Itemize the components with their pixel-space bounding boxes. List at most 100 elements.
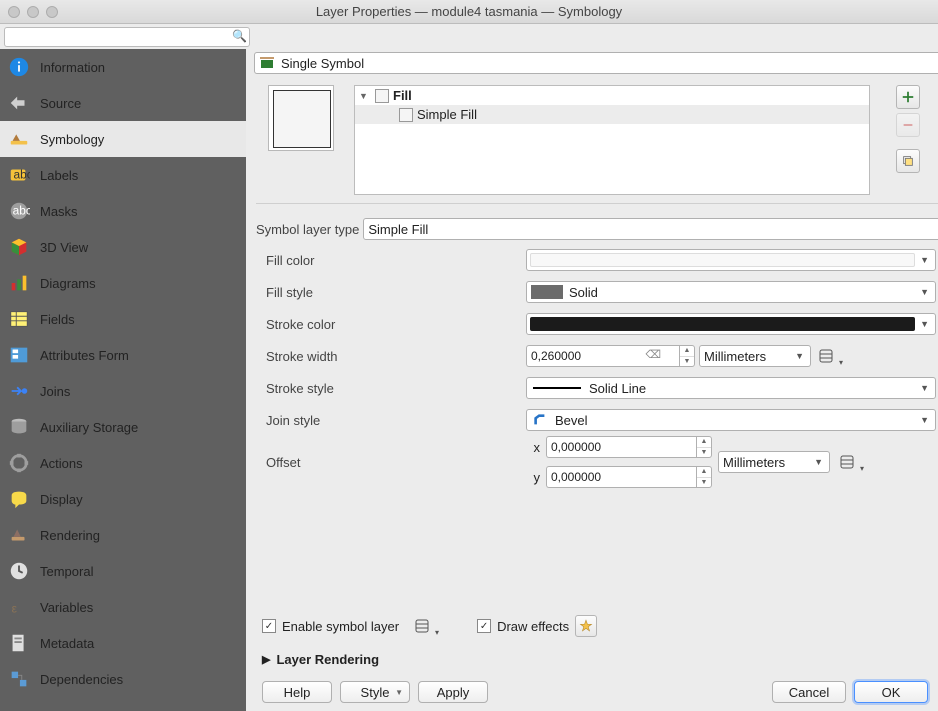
sidebar-item-dependencies[interactable]: Dependencies <box>0 661 246 697</box>
fill-swatch-icon <box>375 89 389 103</box>
bevel-icon <box>533 413 547 427</box>
symbol-layer-type-value: Simple Fill <box>368 222 428 237</box>
chevron-down-icon: ▼ <box>920 383 929 393</box>
svg-text:abc: abc <box>14 168 31 182</box>
chevron-down-icon: ▼ <box>920 255 929 265</box>
sidebar-item-label: 3D View <box>40 240 88 255</box>
offset-y-input[interactable] <box>546 466 696 488</box>
sidebar-item-label: Diagrams <box>40 276 96 291</box>
sidebar-item-label: Joins <box>40 384 70 399</box>
tree-label: Simple Fill <box>417 107 477 122</box>
chevron-down-icon: ▼ <box>814 457 823 467</box>
draw-effects-label: Draw effects <box>497 619 569 634</box>
stroke-style-combo[interactable]: Solid Line ▼ <box>526 377 936 399</box>
apply-button[interactable]: Apply <box>418 681 488 703</box>
chevron-down-icon: ▼ <box>920 319 929 329</box>
offset-x-stepper[interactable]: ▲▼ <box>696 436 712 458</box>
sidebar-item-label: Auxiliary Storage <box>40 420 138 435</box>
sidebar-item-source[interactable]: Source <box>0 85 246 121</box>
stroke-width-label: Stroke width <box>266 349 526 364</box>
join-style-label: Join style <box>266 413 526 428</box>
sidebar-item-label: Variables <box>40 600 93 615</box>
chevron-down-icon: ▼ <box>920 415 929 425</box>
sidebar-item-display[interactable]: Display <box>0 481 246 517</box>
style-button[interactable]: Style▼ <box>340 681 410 703</box>
sidebar-item-masks[interactable]: abc Masks <box>0 193 246 229</box>
clear-icon[interactable]: ⌫ <box>645 348 661 361</box>
search-icon: 🔍 <box>232 29 247 43</box>
search-input[interactable] <box>4 27 250 47</box>
expand-icon[interactable]: ▶ <box>262 653 270 666</box>
data-defined-button[interactable]: ▾ <box>815 345 843 367</box>
fill-color-button[interactable]: ▼ <box>526 249 936 271</box>
sidebar-item-temporal[interactable]: Temporal <box>0 553 246 589</box>
sidebar-item-label: Masks <box>40 204 78 219</box>
join-style-value: Bevel <box>555 413 588 428</box>
offset-x-label: x <box>526 440 540 455</box>
ok-button[interactable]: OK <box>854 681 928 703</box>
remove-layer-button <box>896 113 920 137</box>
sidebar-item-attributes-form[interactable]: Attributes Form <box>0 337 246 373</box>
symbolizer-mode-combo[interactable]: Single Symbol ▼ <box>254 52 938 74</box>
offset-x-input[interactable] <box>546 436 696 458</box>
sidebar-item-auxiliary-storage[interactable]: Auxiliary Storage <box>0 409 246 445</box>
fill-style-label: Fill style <box>266 285 526 300</box>
sidebar-item-label: Information <box>40 60 105 75</box>
unit-value: Millimeters <box>723 455 785 470</box>
sidebar-item-label: Fields <box>40 312 75 327</box>
sidebar-item-3dview[interactable]: 3D View <box>0 229 246 265</box>
sidebar-item-diagrams[interactable]: Diagrams <box>0 265 246 301</box>
sidebar-item-label: Source <box>40 96 81 111</box>
help-button[interactable]: Help <box>262 681 332 703</box>
chevron-down-icon: ▼ <box>920 287 929 297</box>
sidebar: Information Source Symbology abc Labels a… <box>0 49 246 711</box>
symbol-layer-type-combo[interactable]: Simple Fill ▼ <box>363 218 938 240</box>
effects-button[interactable] <box>575 615 597 637</box>
sidebar-item-label: Attributes Form <box>40 348 129 363</box>
symbol-tree[interactable]: ▼ Fill Simple Fill <box>354 85 870 195</box>
sidebar-item-symbology[interactable]: Symbology <box>0 121 246 157</box>
single-symbol-icon <box>259 55 275 71</box>
sidebar-item-information[interactable]: Information <box>0 49 246 85</box>
stroke-color-button[interactable]: ▼ <box>526 313 936 335</box>
sidebar-item-label: Labels <box>40 168 78 183</box>
duplicate-layer-button[interactable] <box>896 149 920 173</box>
draw-effects-checkbox[interactable]: ✓ <box>477 619 491 633</box>
sidebar-item-label: Dependencies <box>40 672 123 687</box>
offset-y-stepper[interactable]: ▲▼ <box>696 466 712 488</box>
cancel-button[interactable]: Cancel <box>772 681 846 703</box>
tree-label: Fill <box>393 88 412 103</box>
stroke-width-stepper[interactable]: ▲▼ <box>679 345 695 367</box>
offset-y-label: y <box>526 470 540 485</box>
data-defined-button[interactable]: ▾ <box>411 615 439 637</box>
line-preview-icon <box>533 387 581 389</box>
layer-rendering-label[interactable]: Layer Rendering <box>276 652 379 667</box>
fill-style-combo[interactable]: Solid ▼ <box>526 281 936 303</box>
stroke-style-value: Solid Line <box>589 381 646 396</box>
data-defined-button[interactable]: ▾ <box>836 451 864 473</box>
sidebar-item-label: Metadata <box>40 636 94 651</box>
stroke-color-label: Stroke color <box>266 317 526 332</box>
enable-symbol-layer-checkbox[interactable]: ✓ <box>262 619 276 633</box>
fill-color-label: Fill color <box>266 253 526 268</box>
sidebar-item-labels[interactable]: abc Labels <box>0 157 246 193</box>
simple-fill-swatch-icon <box>399 108 413 122</box>
offset-unit-combo[interactable]: Millimeters ▼ <box>718 451 830 473</box>
sidebar-item-variables[interactable]: εVariables <box>0 589 246 625</box>
sidebar-item-metadata[interactable]: Metadata <box>0 625 246 661</box>
sidebar-item-joins[interactable]: Joins <box>0 373 246 409</box>
join-style-combo[interactable]: Bevel ▼ <box>526 409 936 431</box>
tree-row-fill[interactable]: ▼ Fill <box>355 86 869 105</box>
expand-icon[interactable]: ▼ <box>359 91 371 101</box>
stroke-width-unit-combo[interactable]: Millimeters▼ <box>699 345 811 367</box>
sidebar-item-label: Actions <box>40 456 83 471</box>
tree-row-simple-fill[interactable]: Simple Fill <box>355 105 869 124</box>
sidebar-item-label: Temporal <box>40 564 93 579</box>
sidebar-item-actions[interactable]: Actions <box>0 445 246 481</box>
add-layer-button[interactable] <box>896 85 920 109</box>
sidebar-item-fields[interactable]: Fields <box>0 301 246 337</box>
sidebar-item-rendering[interactable]: Rendering <box>0 517 246 553</box>
search-row: 🔍 <box>0 24 938 49</box>
symbol-layer-type-label: Symbol layer type <box>256 222 359 237</box>
svg-text:abc: abc <box>13 204 30 218</box>
